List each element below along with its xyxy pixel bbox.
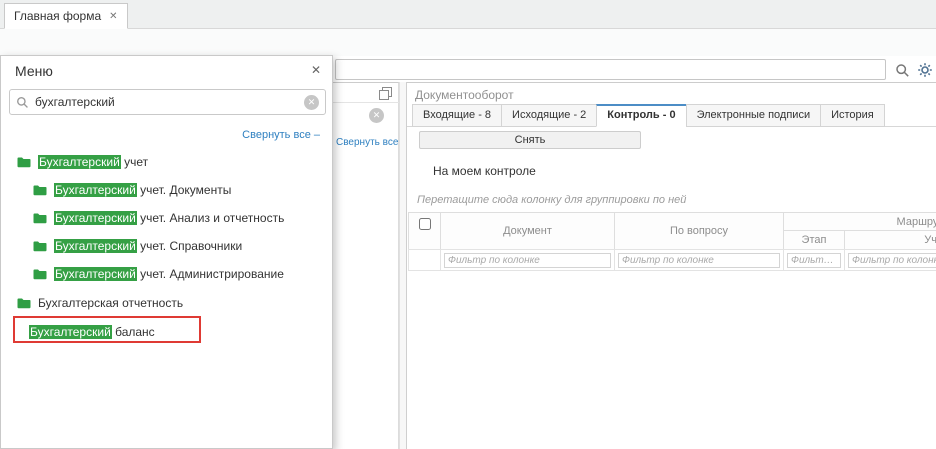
menu-tree-item-analysis[interactable]: Бухгалтерский учет. Анализ и отчетность xyxy=(1,205,332,231)
filter-stage-input[interactable] xyxy=(787,253,841,268)
tab-control[interactable]: Контроль - 0 xyxy=(596,104,686,127)
filter-document-input[interactable] xyxy=(444,253,611,268)
filter-participants-input[interactable] xyxy=(848,253,936,268)
filter-participants-cell xyxy=(844,249,936,271)
clear-search-icon[interactable]: ✕ xyxy=(304,95,319,110)
menu-item-label: Бухгалтерский учет. Анализ и отчетность xyxy=(54,211,284,225)
menu-item-label: Бухгалтерский учет xyxy=(38,155,148,169)
menu-item-label: Бухгалтерский учет. Администрирование xyxy=(54,267,284,281)
tab-main-form[interactable]: Главная форма ✕ xyxy=(4,3,128,29)
folder-icon xyxy=(33,185,47,196)
window-tabbar: Главная форма ✕ xyxy=(0,0,936,29)
column-header-document[interactable]: Документ xyxy=(440,212,615,250)
folder-icon xyxy=(17,298,31,309)
menu-tree-item-administration[interactable]: Бухгалтерский учет. Администрирование xyxy=(1,261,332,287)
tab-main-form-label: Главная форма xyxy=(14,9,101,23)
menu-tree-item-documents[interactable]: Бухгалтерский учет. Документы xyxy=(1,177,332,203)
menu-tree-item-reporting[interactable]: Бухгалтерская отчетность xyxy=(1,290,332,316)
search-icon[interactable] xyxy=(893,61,911,79)
folder-icon xyxy=(33,269,47,280)
column-header-question[interactable]: По вопросу xyxy=(614,212,784,250)
tab-history[interactable]: История xyxy=(820,104,885,127)
tab-close-icon[interactable]: ✕ xyxy=(109,11,117,22)
menu-item-label: Бухгалтерский учет. Документы xyxy=(54,183,231,197)
section-title: На моем контроле xyxy=(433,164,536,178)
menu-item-label: Бухгалтерский баланс xyxy=(29,325,155,339)
clear-icon[interactable]: ✕ xyxy=(369,108,384,123)
settings-icon[interactable] xyxy=(916,61,934,79)
global-search-input[interactable] xyxy=(335,59,886,80)
menu-title: Меню xyxy=(15,63,53,79)
docflow-title: Документооборот xyxy=(415,88,514,102)
folder-icon xyxy=(33,241,47,252)
app-window: Главная форма ✕ ✕ Свернуть все – Докумен… xyxy=(0,0,936,449)
tab-incoming[interactable]: Входящие - 8 xyxy=(412,104,502,127)
select-all-checkbox[interactable] xyxy=(419,218,431,230)
filter-stage-cell xyxy=(783,249,845,271)
menu-tree-item-balance[interactable]: Бухгалтерский баланс xyxy=(1,319,332,345)
column-group-route[interactable]: Маршрут xyxy=(783,212,936,231)
search-icon xyxy=(16,96,29,109)
menu-item-label: Бухгалтерский учет. Справочники xyxy=(54,239,242,253)
tab-outgoing[interactable]: Исходящие - 2 xyxy=(501,104,597,127)
folder-icon xyxy=(33,213,47,224)
dock-panel-icon[interactable] xyxy=(378,86,392,100)
filter-question-input[interactable] xyxy=(618,253,780,268)
filter-document-cell xyxy=(440,249,615,271)
folder-icon xyxy=(17,157,31,168)
menu-search-input[interactable] xyxy=(35,95,298,109)
remove-control-button[interactable]: Снять xyxy=(419,131,641,149)
column-header-stage[interactable]: Этап xyxy=(783,230,845,250)
menu-search-box: ✕ xyxy=(9,89,326,115)
column-header-participants[interactable]: Участники xyxy=(844,230,936,250)
panel-splitter[interactable] xyxy=(399,82,407,449)
tab-signatures[interactable]: Электронные подписи xyxy=(686,104,822,127)
menu-popup: Меню ✕ ✕ Свернуть все – Бухгалтерский уч… xyxy=(0,55,333,449)
toolbar xyxy=(0,29,936,56)
nav-panel-divider xyxy=(333,102,399,103)
menu-tree-item-reference[interactable]: Бухгалтерский учет. Справочники xyxy=(1,233,332,259)
collapse-all-link[interactable]: Свернуть все – xyxy=(242,129,320,141)
header-select-cell xyxy=(408,212,441,250)
group-by-drop-zone[interactable]: Перетащите сюда колонку для группировки … xyxy=(417,194,686,206)
collapse-all-link[interactable]: Свернуть все – xyxy=(336,137,407,148)
filter-select-cell xyxy=(408,249,441,271)
menu-item-label: Бухгалтерская отчетность xyxy=(38,296,183,310)
menu-tree-item-buh-uchet[interactable]: Бухгалтерский учет xyxy=(1,149,332,175)
filter-question-cell xyxy=(614,249,784,271)
menu-close-icon[interactable]: ✕ xyxy=(311,63,321,77)
collapse-minus-icon: – xyxy=(314,129,320,141)
docflow-tabs: Входящие - 8 Исходящие - 2 Контроль - 0 … xyxy=(412,104,885,127)
